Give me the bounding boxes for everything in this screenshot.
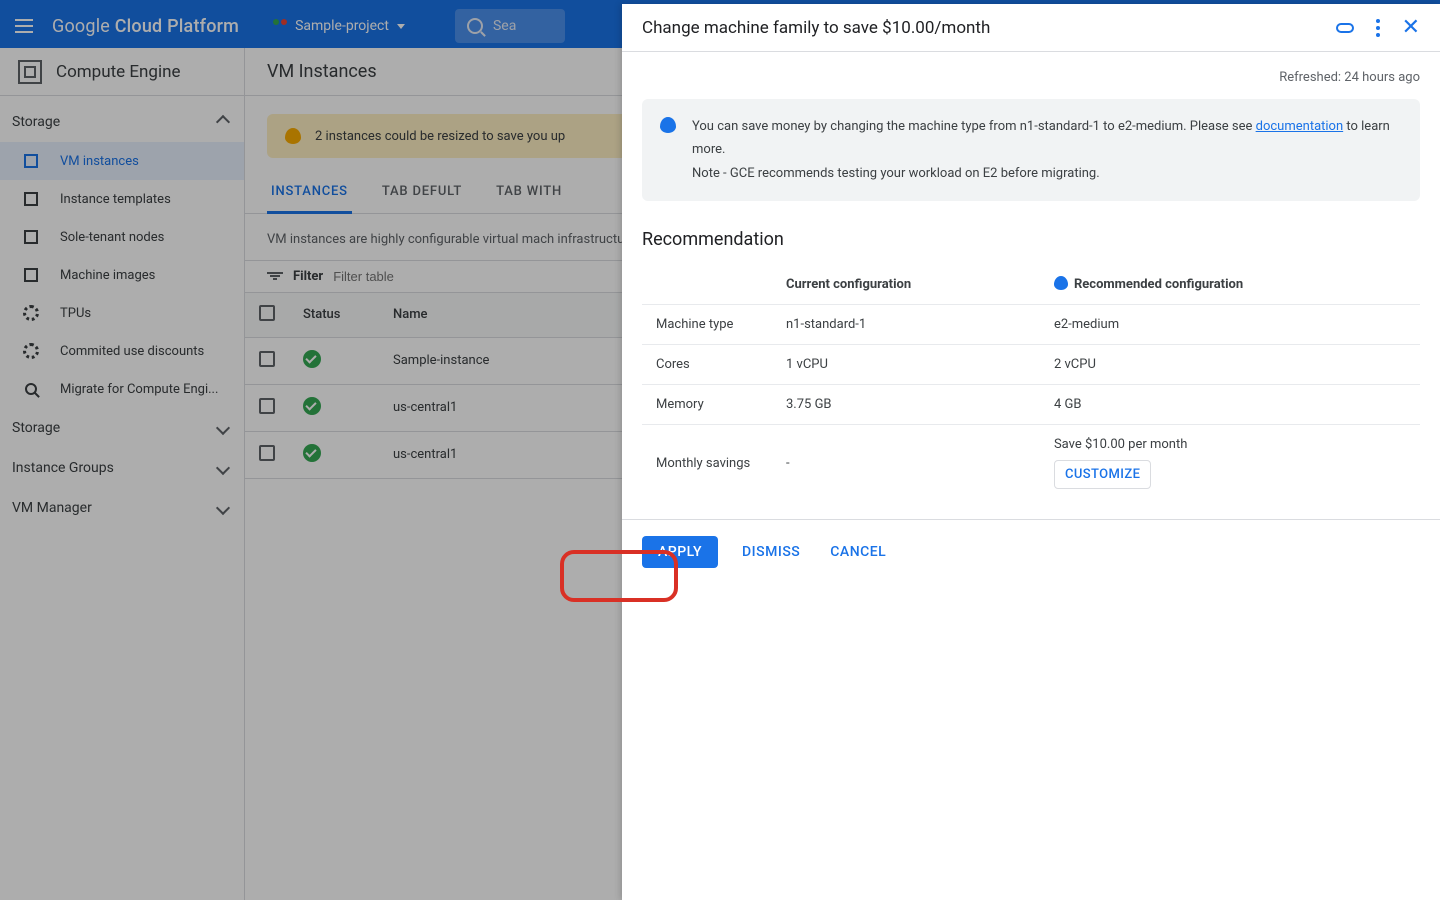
recommendation-table: Current configuration Recommended config… [642, 264, 1420, 501]
recommendation-heading: Recommendation [642, 229, 1420, 250]
drawer-actions: APPLY DISMISS CANCEL [622, 519, 1440, 584]
info-note: You can save money by changing the machi… [642, 99, 1420, 201]
note-subtext: Note - GCE recommends testing your workl… [692, 162, 1402, 185]
lightbulb-icon [660, 117, 676, 133]
drawer-header: Change machine family to save $10.00/mon… [622, 4, 1440, 52]
copy-link-icon[interactable] [1336, 23, 1354, 33]
refreshed-text: Refreshed: 24 hours ago [642, 70, 1420, 85]
drawer-title: Change machine family to save $10.00/mon… [642, 18, 990, 38]
col-recommended: Recommended configuration [1040, 264, 1420, 305]
dismiss-button[interactable]: DISMISS [736, 536, 806, 568]
customize-button[interactable]: CUSTOMIZE [1054, 460, 1151, 489]
cancel-button[interactable]: CANCEL [824, 536, 892, 568]
recommendation-drawer: Change machine family to save $10.00/mon… [622, 4, 1440, 900]
lightbulb-icon [1054, 276, 1068, 290]
apply-button[interactable]: APPLY [642, 536, 718, 568]
more-icon[interactable] [1376, 19, 1380, 37]
savings-text: Save $10.00 per month [1054, 437, 1406, 452]
documentation-link[interactable]: documentation [1256, 119, 1344, 134]
close-icon[interactable]: ✕ [1402, 17, 1420, 39]
col-current: Current configuration [772, 264, 1040, 305]
